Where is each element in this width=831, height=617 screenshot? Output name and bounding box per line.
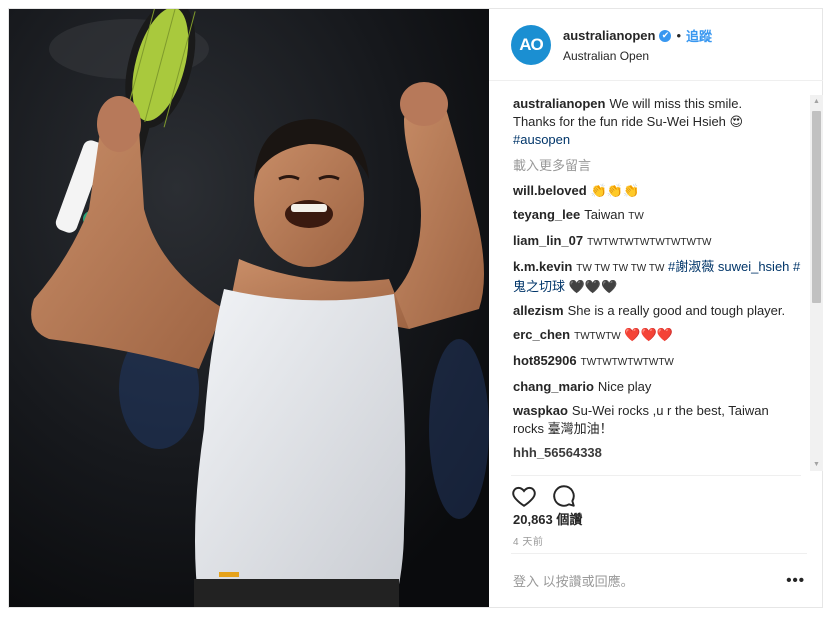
- comment-username[interactable]: erc_chen: [513, 327, 570, 342]
- likes-count[interactable]: 20,863 個讚: [513, 509, 582, 528]
- comment-username[interactable]: chang_mario: [513, 379, 594, 394]
- comments-list[interactable]: australianopen We will miss this smile. T…: [489, 95, 811, 471]
- comment-text: Taiwan: [584, 207, 625, 222]
- comment-small-text: TW: [628, 211, 644, 222]
- scroll-up-arrow-icon[interactable]: ▲: [810, 95, 823, 108]
- list-item: liam_lin_07 TWTWTWTWTWTWTWTW: [513, 232, 803, 252]
- comment-username[interactable]: teyang_lee: [513, 207, 580, 222]
- caption-username[interactable]: australianopen: [513, 96, 605, 111]
- list-item: chang_mario Nice play: [513, 378, 803, 396]
- post-photo[interactable]: [9, 9, 489, 607]
- comment-text: 👏👏👏: [590, 183, 640, 198]
- post-timestamp[interactable]: 4 天前: [513, 533, 543, 548]
- player-photo-illustration: [9, 9, 489, 607]
- caption: australianopen We will miss this smile. T…: [513, 95, 803, 149]
- list-item: k.m.kevin TW TW TW TW TW #謝淑薇 suwei_hsieh…: [513, 258, 803, 296]
- more-options-icon[interactable]: •••: [786, 572, 807, 589]
- heart-outline-icon[interactable]: [511, 483, 537, 509]
- comment-hearts: ❤️❤️❤️: [624, 327, 673, 342]
- list-item: will.beloved 👏👏👏: [513, 182, 803, 200]
- caption-hashtag[interactable]: #ausopen: [513, 132, 570, 147]
- follow-button[interactable]: 追蹤: [686, 26, 712, 45]
- comment-hearts: 🖤🖤🖤: [568, 279, 618, 294]
- comment-username[interactable]: liam_lin_07: [513, 233, 583, 248]
- post-modal: AO australianopen ✔ • 追蹤 Australian Open…: [8, 8, 823, 608]
- comment-small-text: TWTWTW: [574, 331, 621, 342]
- header-text: australianopen ✔ • 追蹤 Australian Open: [563, 26, 712, 63]
- caption-text-line1: We will miss this smile.: [609, 96, 743, 111]
- load-more-comments-button[interactable]: 載入更多留言: [513, 155, 803, 174]
- comment-username[interactable]: hhh_56564338: [513, 445, 602, 460]
- add-comment-bar: 登入 以按讚或回應。 •••: [511, 553, 807, 607]
- comments-scrollbar[interactable]: ▲ ▼: [810, 95, 823, 471]
- list-item: erc_chen TWTWTW ❤️❤️❤️: [513, 326, 803, 346]
- location-link[interactable]: Australian Open: [563, 49, 712, 63]
- comment-username[interactable]: will.beloved: [513, 183, 587, 198]
- list-item: waspkao Su-Wei rocks ,u r the best, Taiwa…: [513, 402, 803, 438]
- comment-text: She is a really good and tough player.: [567, 303, 786, 318]
- account-username[interactable]: australianopen: [563, 28, 655, 43]
- list-item: allezism She is a really good and tough p…: [513, 302, 803, 320]
- list-item: teyang_lee Taiwan TW: [513, 206, 803, 226]
- post-header: AO australianopen ✔ • 追蹤 Australian Open: [489, 9, 823, 81]
- comment-username[interactable]: allezism: [513, 303, 564, 318]
- comment-text: Nice play: [597, 379, 652, 394]
- caption-text-line2: Thanks for the fun ride Su-Wei Hsieh 😍: [513, 114, 744, 129]
- list-item: hot852906 TWTWTWTWTWTW: [513, 352, 803, 372]
- comment-username[interactable]: waspkao: [513, 403, 568, 418]
- post-details-panel: AO australianopen ✔ • 追蹤 Australian Open…: [489, 9, 823, 607]
- comment-small-text: TWTWTWTWTWTW: [580, 357, 674, 368]
- comment-small-text: TW TW TW TW TW: [576, 263, 665, 274]
- separator-dot: •: [676, 28, 682, 43]
- avatar[interactable]: AO: [511, 24, 551, 65]
- login-to-comment-prompt[interactable]: 登入 以按讚或回應。: [513, 571, 634, 590]
- post-actions: [511, 475, 801, 511]
- verified-badge-icon: ✔: [659, 29, 672, 42]
- scroll-down-arrow-icon[interactable]: ▼: [810, 458, 823, 471]
- comment-username[interactable]: k.m.kevin: [513, 259, 572, 274]
- list-item: hhh_56564338: [513, 444, 803, 462]
- scroll-thumb[interactable]: [812, 111, 821, 303]
- comment-small-text: TWTWTWTWTWTWTWTW: [587, 237, 712, 248]
- header-row: australianopen ✔ • 追蹤: [563, 26, 712, 45]
- speech-bubble-icon[interactable]: [551, 483, 577, 509]
- comment-username[interactable]: hot852906: [513, 353, 577, 368]
